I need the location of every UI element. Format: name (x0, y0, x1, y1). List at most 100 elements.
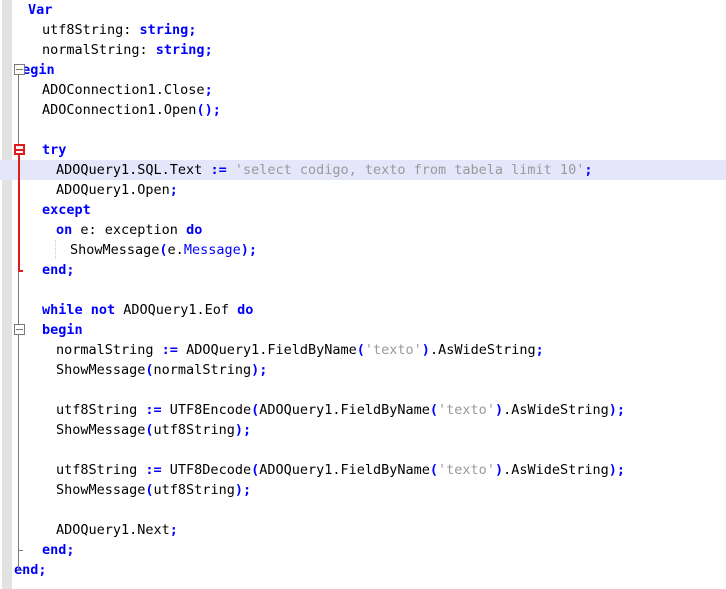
code-line-text: ShowMessage(e.Message); (0, 240, 257, 260)
code-token-pun: := (145, 402, 170, 418)
code-line[interactable]: utf8String: string; (0, 20, 726, 40)
code-line[interactable]: begin (0, 60, 726, 80)
code-line-text: on e: exception do (0, 220, 202, 240)
code-token-pun: ; (204, 82, 213, 98)
code-token-id: utf8String: (42, 22, 140, 38)
code-token-id: UTF8Encode (169, 402, 252, 418)
fold-marker-try[interactable] (14, 144, 25, 155)
code-token-pun: ) (494, 402, 504, 418)
code-line[interactable]: normalString: string; (0, 40, 726, 60)
code-token-pun: ; (38, 562, 47, 578)
code-line[interactable]: try (0, 140, 726, 160)
code-token-kw: begin (42, 322, 83, 338)
code-line[interactable] (0, 500, 726, 520)
indent-guide-except-body (55, 240, 56, 260)
code-line-text: utf8String: string; (0, 20, 196, 40)
code-token-id: ADOConnection1.Open (42, 102, 197, 118)
code-token-id: utf8String (56, 402, 146, 418)
code-token-pun: ; (66, 262, 75, 278)
code-line-text: ShowMessage(normalString); (0, 360, 267, 380)
code-line-text: Var (0, 0, 52, 20)
code-line-text: ADOConnection1.Open(); (0, 100, 221, 120)
code-token-pun: ( (429, 462, 439, 478)
code-line-text: ADOQuery1.Next; (0, 520, 178, 540)
code-token-str: 'texto' (438, 402, 495, 418)
fold-line-begin-outer-foot (18, 570, 23, 571)
code-line[interactable]: ADOQuery1.Open; (0, 180, 726, 200)
code-line-text: ADOConnection1.Close; (0, 80, 213, 100)
code-line[interactable]: utf8String := UTF8Encode(ADOQuery1.Field… (0, 400, 726, 420)
code-line[interactable]: ADOConnection1.Close; (0, 80, 726, 100)
code-token-kw: do (186, 222, 203, 238)
code-line[interactable] (0, 380, 726, 400)
code-token-pun: ( (251, 402, 260, 418)
code-token-str: 'select codigo, texto from tabela limit … (234, 162, 585, 178)
code-line[interactable]: except (0, 200, 726, 220)
code-editor[interactable]: Var utf8String: string; normalString: stri… (0, 0, 726, 589)
code-line[interactable]: ADOConnection1.Open(); (0, 100, 726, 120)
code-line[interactable] (0, 120, 726, 140)
code-line[interactable]: ADOQuery1.Next; (0, 520, 726, 540)
code-line[interactable]: while not ADOQuery1.Eof do (0, 300, 726, 320)
code-token-pun: ) (421, 342, 430, 358)
code-line-text: end; (0, 260, 75, 280)
code-token-pun: ( (159, 242, 168, 258)
fold-minus-icon (16, 328, 23, 330)
code-token-id: .AsWideString (503, 402, 609, 418)
code-line[interactable]: ShowMessage(normalString); (0, 360, 726, 380)
fold-marker-begin-outer[interactable] (14, 64, 25, 75)
code-token-kw: end (42, 262, 67, 278)
code-token-kw: except (42, 202, 91, 218)
code-line[interactable]: ADOQuery1.SQL.Text := 'select codigo, te… (0, 160, 726, 180)
code-token-kw: string (155, 42, 205, 58)
code-token-pun: ( (145, 482, 154, 498)
code-token-kw: string (139, 22, 189, 38)
code-token-id: UTF8Decode (169, 462, 252, 478)
code-line[interactable]: end; (0, 260, 726, 280)
code-token-kw: do (237, 302, 254, 318)
code-token-id: ShowMessage (70, 242, 160, 258)
code-token-id: ADOQuery1.SQL.Text (56, 162, 211, 178)
code-token-pun: := (210, 162, 235, 178)
code-token-str: 'texto' (438, 462, 495, 478)
code-line[interactable]: on e: exception do (0, 220, 726, 240)
code-token-id: .AsWideString (503, 462, 609, 478)
code-token-id: ADOQuery1.FieldByName (259, 402, 430, 418)
code-line[interactable]: utf8String := UTF8Decode(ADOQuery1.Field… (0, 460, 726, 480)
code-line-text: normalString := ADOQuery1.FieldByName('t… (0, 340, 544, 360)
code-token-id: ADOQuery1.FieldByName (186, 342, 357, 358)
code-line[interactable]: normalString := ADOQuery1.FieldByName('t… (0, 340, 726, 360)
code-token-str: 'texto' (364, 342, 422, 358)
code-line[interactable]: begin (0, 320, 726, 340)
code-token-id: ShowMessage (56, 422, 146, 438)
code-token-id: normalString: (42, 42, 156, 58)
code-token-pun: (); (196, 102, 221, 118)
code-line[interactable]: Var (0, 0, 726, 20)
code-token-pun: ); (608, 462, 626, 478)
code-token-id: ShowMessage (56, 362, 146, 378)
code-line[interactable]: ShowMessage(utf8String); (0, 420, 726, 440)
code-token-kw: not (90, 302, 124, 318)
code-line-text: normalString: string; (0, 40, 213, 60)
code-token-pun: := (161, 342, 187, 358)
code-token-pun: ; (188, 22, 197, 38)
code-line[interactable]: ShowMessage(utf8String); (0, 480, 726, 500)
code-token-kw: end (42, 542, 67, 558)
fold-marker-begin-inner[interactable] (14, 324, 25, 335)
code-line-text: except (0, 200, 91, 220)
code-surface[interactable]: Var utf8String: string; normalString: stri… (0, 0, 726, 589)
code-token-pun: ); (234, 422, 252, 438)
code-token-pun: ); (234, 482, 252, 498)
code-line[interactable] (0, 440, 726, 460)
code-line-text: ADOQuery1.SQL.Text := 'select codigo, te… (0, 160, 592, 180)
code-token-id: ShowMessage (56, 482, 146, 498)
code-line-text: try (0, 140, 66, 160)
code-line[interactable]: ShowMessage(e.Message); (0, 240, 726, 260)
code-line[interactable]: end; (0, 540, 726, 560)
code-token-id: ADOQuery1.Eof (123, 302, 238, 318)
code-line-text: while not ADOQuery1.Eof do (0, 300, 253, 320)
code-token-pun: ; (584, 162, 593, 178)
code-line[interactable] (0, 280, 726, 300)
code-token-pun: ; (66, 542, 75, 558)
code-line[interactable]: end; (0, 560, 726, 580)
